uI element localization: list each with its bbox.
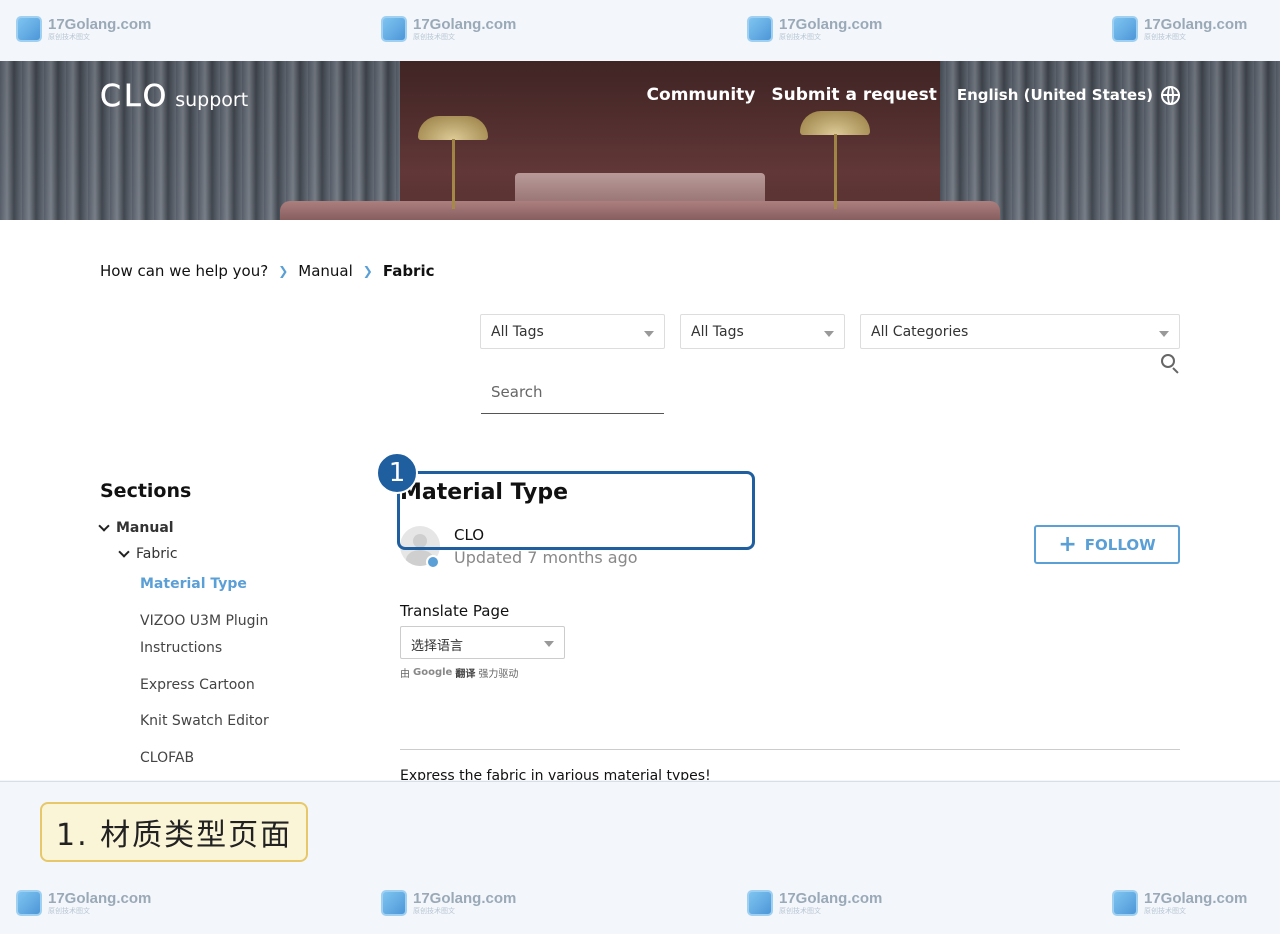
language-selector[interactable]: English (United States)	[956, 85, 1180, 105]
brand-logo[interactable]: CLO support	[100, 79, 249, 115]
watermark-logo-icon	[747, 890, 773, 916]
watermark-text: 17Golang.com	[779, 890, 883, 907]
tags-filter-2[interactable]: All Tags	[680, 314, 845, 349]
caret-down-icon	[544, 641, 554, 647]
watermark-text: 17Golang.com	[413, 16, 517, 33]
divider	[400, 749, 1180, 750]
tree-item-manual[interactable]: Manual	[98, 519, 174, 536]
brand-logo-text: CLO	[100, 79, 170, 115]
watermark-tagline: 原创技术图文	[413, 907, 455, 915]
hero-banner: CLO support Community Submit a request E…	[0, 61, 1280, 220]
user-badge-icon	[426, 555, 440, 569]
globe-icon	[1161, 85, 1180, 105]
tree-item-fabric[interactable]: Fabric	[118, 545, 178, 562]
watermark: 17Golang.com 原创技术图文	[16, 890, 151, 916]
watermark-text: 17Golang.com	[48, 16, 152, 33]
watermark: 17Golang.com 原创技术图文	[747, 890, 882, 916]
watermark-tagline: 原创技术图文	[779, 33, 821, 41]
chevron-down-icon	[98, 519, 110, 532]
watermark-tagline: 原创技术图文	[48, 33, 90, 41]
sidebar-article-clofab[interactable]: CLOFAB	[140, 745, 290, 772]
watermark: 17Golang.com 原创技术图文	[1112, 890, 1247, 916]
watermark: 17Golang.com 原创技术图文	[747, 16, 882, 42]
powered-prefix: 由	[400, 669, 410, 680]
caret-down-icon	[644, 331, 654, 337]
watermark-logo-icon	[1112, 890, 1138, 916]
watermark-bar-bottom: 17Golang.com 原创技术图文 17Golang.com 原创技术图文 17…	[0, 874, 1280, 934]
follow-label: FOLLOW	[1084, 535, 1156, 554]
search-icon[interactable]	[1161, 354, 1179, 374]
article-updated: Updated 7 months ago	[454, 548, 638, 567]
watermark-tagline: 原创技术图文	[1144, 907, 1186, 915]
top-nav: Community Submit a request English (Unit…	[647, 85, 1180, 105]
powered-translate[interactable]: 翻译	[455, 665, 475, 680]
sidebar-article-knit-swatch[interactable]: Knit Swatch Editor	[140, 708, 290, 735]
watermark: 17Golang.com 原创技术图文	[381, 890, 516, 916]
sidebar-article-vizoo[interactable]: VIZOO U3M Plugin Instructions	[140, 608, 290, 662]
annotation-highlight-box	[397, 471, 755, 550]
tree-item-label: Manual	[116, 520, 174, 536]
watermark-text: 17Golang.com	[48, 890, 152, 907]
annotation-caption: 1. 材质类型页面	[40, 802, 309, 862]
caret-down-icon	[1159, 331, 1169, 337]
watermark-logo-icon	[1112, 16, 1138, 42]
watermark-tagline: 原创技术图文	[779, 907, 821, 915]
breadcrumb-fabric[interactable]: Fabric	[383, 262, 435, 280]
translate-language-select[interactable]: 选择语言	[400, 626, 565, 659]
watermark-text: 17Golang.com	[413, 890, 517, 907]
watermark-text: 17Golang.com	[779, 16, 883, 33]
categories-filter[interactable]: All Categories	[860, 314, 1180, 349]
brand-suffix: support	[175, 89, 249, 111]
watermark-tagline: 原创技术图文	[1144, 33, 1186, 41]
google-translate-credit: 由 Google 翻译 强力驱动	[400, 665, 518, 680]
watermark-logo-icon	[16, 890, 42, 916]
chevron-right-icon: ❯	[362, 264, 373, 278]
watermark-bar-top: 17Golang.com 原创技术图文 17Golang.com 原创技术图文 17…	[0, 0, 1280, 60]
language-label: English (United States)	[956, 86, 1153, 104]
translate-language-value: 选择语言	[411, 639, 464, 654]
caption-area: 1. 材质类型页面	[0, 781, 1280, 874]
watermark-tagline: 原创技术图文	[413, 33, 455, 41]
annotation-step-badge: 1	[376, 452, 418, 494]
watermark-logo-icon	[381, 16, 407, 42]
watermark-text: 17Golang.com	[1144, 890, 1248, 907]
google-logo: Google	[413, 667, 453, 678]
tree-item-label: Fabric	[136, 546, 178, 562]
breadcrumb-home[interactable]: How can we help you?	[100, 262, 268, 280]
tags-filter-1[interactable]: All Tags	[480, 314, 665, 349]
watermark-logo-icon	[16, 16, 42, 42]
translate-label: Translate Page	[400, 602, 510, 620]
plus-icon: +	[1058, 531, 1077, 557]
follow-button[interactable]: + FOLLOW	[1034, 525, 1180, 564]
search-input[interactable]	[481, 370, 664, 414]
watermark-logo-icon	[381, 890, 407, 916]
chevron-right-icon: ❯	[278, 264, 289, 278]
caret-down-icon	[824, 331, 834, 337]
sidebar-title: Sections	[100, 480, 192, 502]
watermark: 17Golang.com 原创技术图文	[381, 16, 516, 42]
chevron-down-icon	[118, 545, 130, 558]
nav-submit-request[interactable]: Submit a request	[771, 85, 936, 105]
powered-suffix: 强力驱动	[478, 669, 519, 680]
sidebar-article-material-type[interactable]: Material Type	[140, 571, 290, 598]
tags-filter-1-value: All Tags	[491, 324, 544, 340]
main-content: How can we help you? ❯ Manual ❯ Fabric A…	[0, 220, 1280, 780]
watermark-text: 17Golang.com	[1144, 16, 1248, 33]
tags-filter-2-value: All Tags	[691, 324, 744, 340]
breadcrumb: How can we help you? ❯ Manual ❯ Fabric	[100, 262, 435, 280]
breadcrumb-manual[interactable]: Manual	[298, 262, 353, 280]
watermark: 17Golang.com 原创技术图文	[1112, 16, 1247, 42]
watermark: 17Golang.com 原创技术图文	[16, 16, 151, 42]
watermark-tagline: 原创技术图文	[48, 907, 90, 915]
nav-community[interactable]: Community	[647, 85, 756, 105]
sidebar-article-express-cartoon[interactable]: Express Cartoon	[140, 672, 290, 699]
article-intro: Express the fabric in various material t…	[400, 768, 711, 780]
categories-filter-value: All Categories	[871, 324, 969, 340]
watermark-logo-icon	[747, 16, 773, 42]
